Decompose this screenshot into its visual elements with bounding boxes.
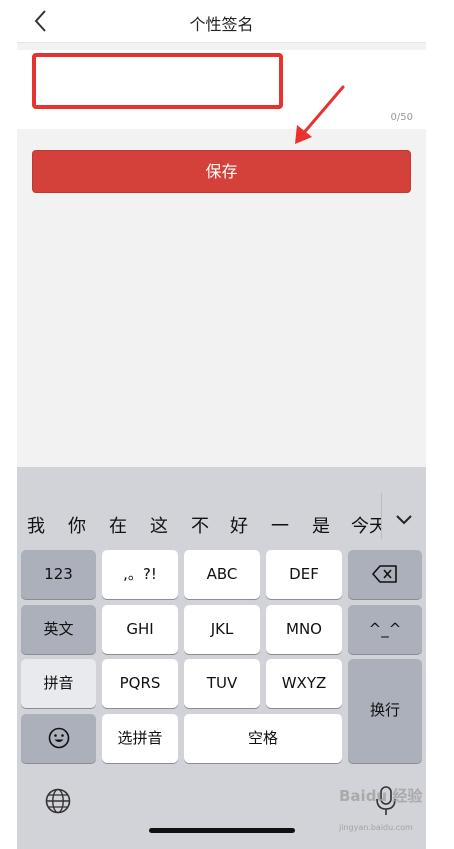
key-pqrs[interactable]: PQRS [102,659,178,708]
key-def[interactable]: DEF [266,550,342,599]
candidate-word[interactable]: 是 [312,512,330,538]
candidate-word[interactable]: 一 [271,512,289,538]
smiley-icon [48,727,69,749]
chevron-down-icon[interactable] [394,513,414,527]
candidate-word[interactable]: 这 [150,512,168,538]
char-counter: 0/50 [390,112,413,123]
key-emoticon[interactable]: ^_^ [348,605,422,654]
key-tuv[interactable]: TUV [184,659,260,708]
key-punctuation[interactable]: ,。?! [102,550,178,599]
key-wxyz[interactable]: WXYZ [266,659,342,708]
backspace-icon [372,565,397,583]
watermark-url: jingyan.baidu.com [339,823,413,832]
nav-bar: 个性签名 [17,0,426,43]
signature-input[interactable] [32,53,283,109]
candidate-word[interactable]: 你 [68,512,86,538]
space-bar[interactable]: 空格 [184,714,342,763]
candidate-word[interactable]: 我 [27,512,45,538]
candidate-word[interactable]: 不 [191,512,209,538]
candidate-word[interactable]: 在 [109,512,127,538]
key-mno[interactable]: MNO [266,605,342,654]
keyboard: 我 你 在 这 不 好 一 是 今天 123 ,。?! ABC DEF 英文 G… [17,467,426,849]
newline-button[interactable]: 换行 [348,659,422,763]
phone-screen: 个性签名 0/50 保存 我 你 在 这 不 好 一 是 今天 123 ,。?! [17,0,426,849]
save-button[interactable]: 保存 [32,150,411,193]
globe-icon[interactable] [44,787,72,815]
key-123[interactable]: 123 [21,550,96,599]
key-ghi[interactable]: GHI [102,605,178,654]
key-jkl[interactable]: JKL [184,605,260,654]
delete-button[interactable] [348,550,422,599]
annotation-arrow-icon [295,85,345,144]
candidate-divider [381,493,382,539]
signature-panel: 0/50 [17,50,426,129]
candidate-word[interactable]: 今天 [351,512,381,538]
key-english[interactable]: 英文 [21,605,96,654]
candidate-bar: 我 你 在 这 不 好 一 是 今天 [17,503,426,545]
emoji-button[interactable] [21,714,96,763]
home-indicator[interactable] [149,828,295,833]
candidate-word[interactable]: 好 [230,512,248,538]
page-title: 个性签名 [189,15,254,34]
key-abc[interactable]: ABC [184,550,260,599]
watermark-logo: Baidu 经验 [339,787,423,805]
key-select-pinyin[interactable]: 选拼音 [102,714,178,763]
key-pinyin[interactable]: 拼音 [21,659,96,708]
